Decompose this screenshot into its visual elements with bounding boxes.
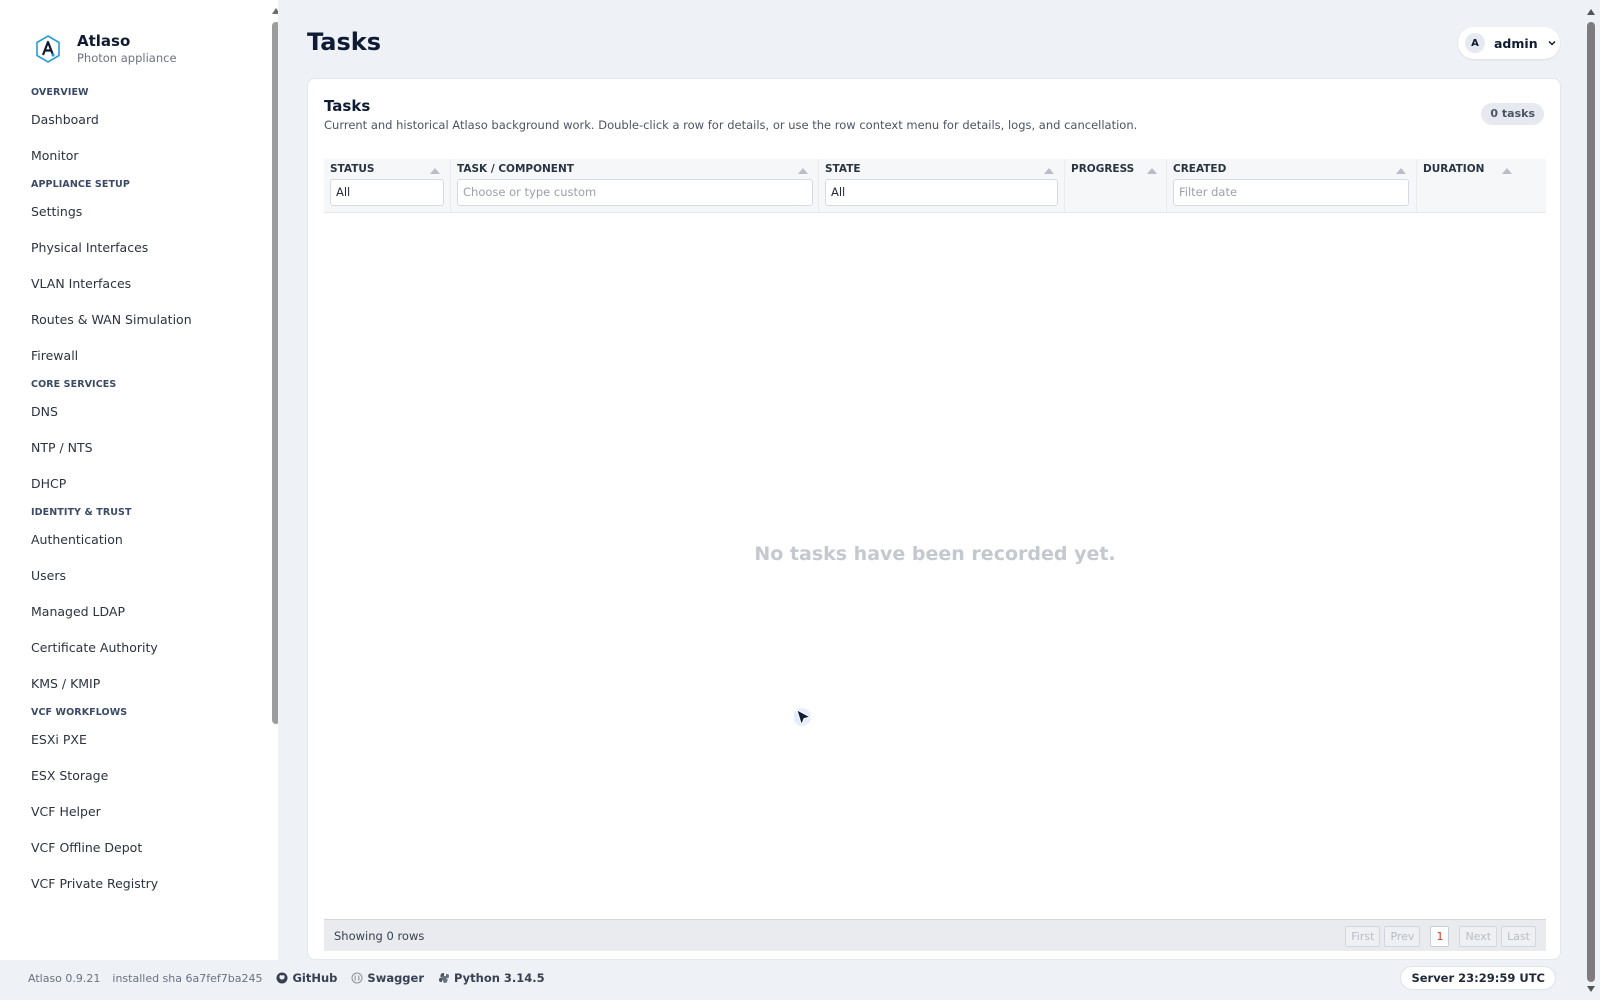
column-progress: PROGRESS	[1065, 159, 1167, 213]
scroll-up-icon[interactable]	[1587, 9, 1595, 15]
column-label-duration[interactable]: DURATION	[1423, 163, 1484, 175]
avatar: A	[1465, 33, 1485, 53]
nav-section-core-services: CORE SERVICES	[31, 379, 117, 390]
sidebar-item-vlan-interfaces[interactable]: VLAN Interfaces	[0, 266, 264, 302]
first-page-button[interactable]: First	[1345, 926, 1381, 947]
column-status: STATUS All	[324, 159, 451, 213]
sidebar-item-physical-interfaces[interactable]: Physical Interfaces	[0, 230, 264, 266]
status-footer: Atlaso 0.9.21 installed sha 6a7fef7ba245…	[6, 960, 1562, 996]
github-link[interactable]: GitHub	[276, 971, 337, 985]
column-label-created[interactable]: CREATED	[1173, 163, 1226, 175]
sidebar-item-ntp[interactable]: NTP / NTS	[0, 430, 264, 466]
window-scroll-thumb[interactable]	[1587, 22, 1595, 982]
column-duration: DURATION	[1417, 159, 1546, 213]
brand[interactable]: Atlaso Photon appliance	[34, 32, 177, 66]
chevron-down-icon	[1548, 40, 1556, 46]
tasks-card: Tasks Current and historical Atlaso back…	[307, 78, 1561, 960]
sort-icon[interactable]	[1396, 168, 1406, 174]
nav-section-overview: OVERVIEW	[31, 87, 89, 98]
sidebar-scroll-up-icon[interactable]	[272, 8, 278, 14]
sort-icon[interactable]	[430, 168, 440, 174]
python-label: Python 3.14.5	[454, 971, 545, 985]
window-scrollbar[interactable]	[1582, 0, 1600, 1000]
user-name: admin	[1494, 35, 1538, 51]
scroll-down-icon[interactable]	[1587, 986, 1595, 992]
column-label-status[interactable]: STATUS	[330, 163, 374, 175]
brand-name: Atlaso	[77, 32, 131, 50]
card-title: Tasks	[324, 97, 371, 115]
sidebar-item-certificate-authority[interactable]: Certificate Authority	[0, 630, 264, 666]
python-link[interactable]: Python 3.14.5	[438, 971, 545, 985]
sidebar-item-users[interactable]: Users	[0, 558, 264, 594]
sidebar-item-settings[interactable]: Settings	[0, 194, 264, 230]
sidebar-item-monitor[interactable]: Monitor	[0, 138, 264, 174]
nav-section-appliance-setup: APPLIANCE SETUP	[31, 179, 130, 190]
state-filter-select[interactable]: All	[825, 179, 1058, 206]
sidebar-item-authentication[interactable]: Authentication	[0, 522, 264, 558]
sidebar-item-esxi-pxe[interactable]: ESXi PXE	[0, 722, 264, 758]
sidebar-item-vcf-helper[interactable]: VCF Helper	[0, 794, 264, 830]
current-page-button[interactable]: 1	[1430, 926, 1450, 947]
installed-sha: installed sha 6a7fef7ba245	[112, 971, 263, 985]
python-icon	[439, 973, 450, 983]
server-time-badge: Server 23:29:59 UTC	[1400, 966, 1556, 990]
github-icon	[276, 972, 288, 984]
column-task: TASK / COMPONENT Choose or type custom	[451, 159, 819, 213]
sort-icon[interactable]	[798, 168, 808, 174]
swagger-label: Swagger	[367, 971, 425, 985]
sidebar-item-dashboard[interactable]: Dashboard	[0, 102, 264, 138]
nav-section-identity-trust: IDENTITY & TRUST	[31, 507, 132, 518]
page-title: Tasks	[307, 28, 382, 56]
atlaso-logo-icon	[36, 35, 60, 63]
sidebar-scrollbar[interactable]	[272, 22, 278, 724]
sort-icon[interactable]	[1044, 168, 1054, 174]
sidebar-item-vcf-offline-depot[interactable]: VCF Offline Depot	[0, 830, 264, 866]
sidebar-item-routes-wan[interactable]: Routes & WAN Simulation	[0, 302, 264, 338]
mouse-cursor-icon	[794, 708, 812, 726]
column-label-state[interactable]: STATE	[825, 163, 861, 175]
pagination: First Prev 1 Next Last	[1341, 926, 1536, 947]
table-header: STATUS All TASK / COMPONENT Choose or ty…	[324, 159, 1546, 213]
column-label-progress[interactable]: PROGRESS	[1071, 163, 1134, 175]
sidebar-nav: OVERVIEW Dashboard Monitor APPLIANCE SET…	[0, 82, 264, 902]
sidebar-item-managed-ldap[interactable]: Managed LDAP	[0, 594, 264, 630]
sidebar: Atlaso Photon appliance OVERVIEW Dashboa…	[0, 0, 278, 960]
next-page-button[interactable]: Next	[1459, 926, 1498, 947]
prev-page-button[interactable]: Prev	[1384, 926, 1421, 947]
sidebar-item-vcf-private-registry[interactable]: VCF Private Registry	[0, 866, 264, 902]
sort-icon[interactable]	[1502, 168, 1512, 174]
sidebar-item-esx-storage[interactable]: ESX Storage	[0, 758, 264, 794]
column-label-task[interactable]: TASK / COMPONENT	[457, 163, 574, 175]
empty-state-message: No tasks have been recorded yet.	[754, 543, 1116, 565]
status-filter-select[interactable]: All	[330, 179, 444, 206]
column-created: CREATED Filter date	[1167, 159, 1417, 213]
brand-subtitle: Photon appliance	[77, 51, 177, 65]
last-page-button[interactable]: Last	[1501, 926, 1536, 947]
column-state: STATE All	[819, 159, 1065, 213]
rows-count: Showing 0 rows	[334, 929, 425, 943]
task-count-badge: 0 tasks	[1481, 103, 1544, 125]
sidebar-item-dhcp[interactable]: DHCP	[0, 466, 264, 502]
sidebar-item-kms-kmip[interactable]: KMS / KMIP	[0, 666, 264, 702]
user-menu-button[interactable]: A admin	[1458, 27, 1560, 59]
sidebar-item-firewall[interactable]: Firewall	[0, 338, 264, 374]
app-version: Atlaso 0.9.21	[28, 971, 101, 985]
swagger-link[interactable]: Swagger	[351, 971, 424, 985]
table-footer: Showing 0 rows First Prev 1 Next Last	[324, 919, 1546, 951]
nav-section-vcf-workflows: VCF WORKFLOWS	[31, 707, 128, 718]
sidebar-item-dns[interactable]: DNS	[0, 394, 264, 430]
created-filter-input[interactable]: Filter date	[1173, 179, 1409, 206]
swagger-icon	[351, 972, 363, 984]
task-filter-input[interactable]: Choose or type custom	[457, 179, 813, 206]
sort-icon[interactable]	[1147, 168, 1157, 174]
card-description: Current and historical Atlaso background…	[324, 118, 1138, 132]
github-label: GitHub	[292, 971, 338, 985]
